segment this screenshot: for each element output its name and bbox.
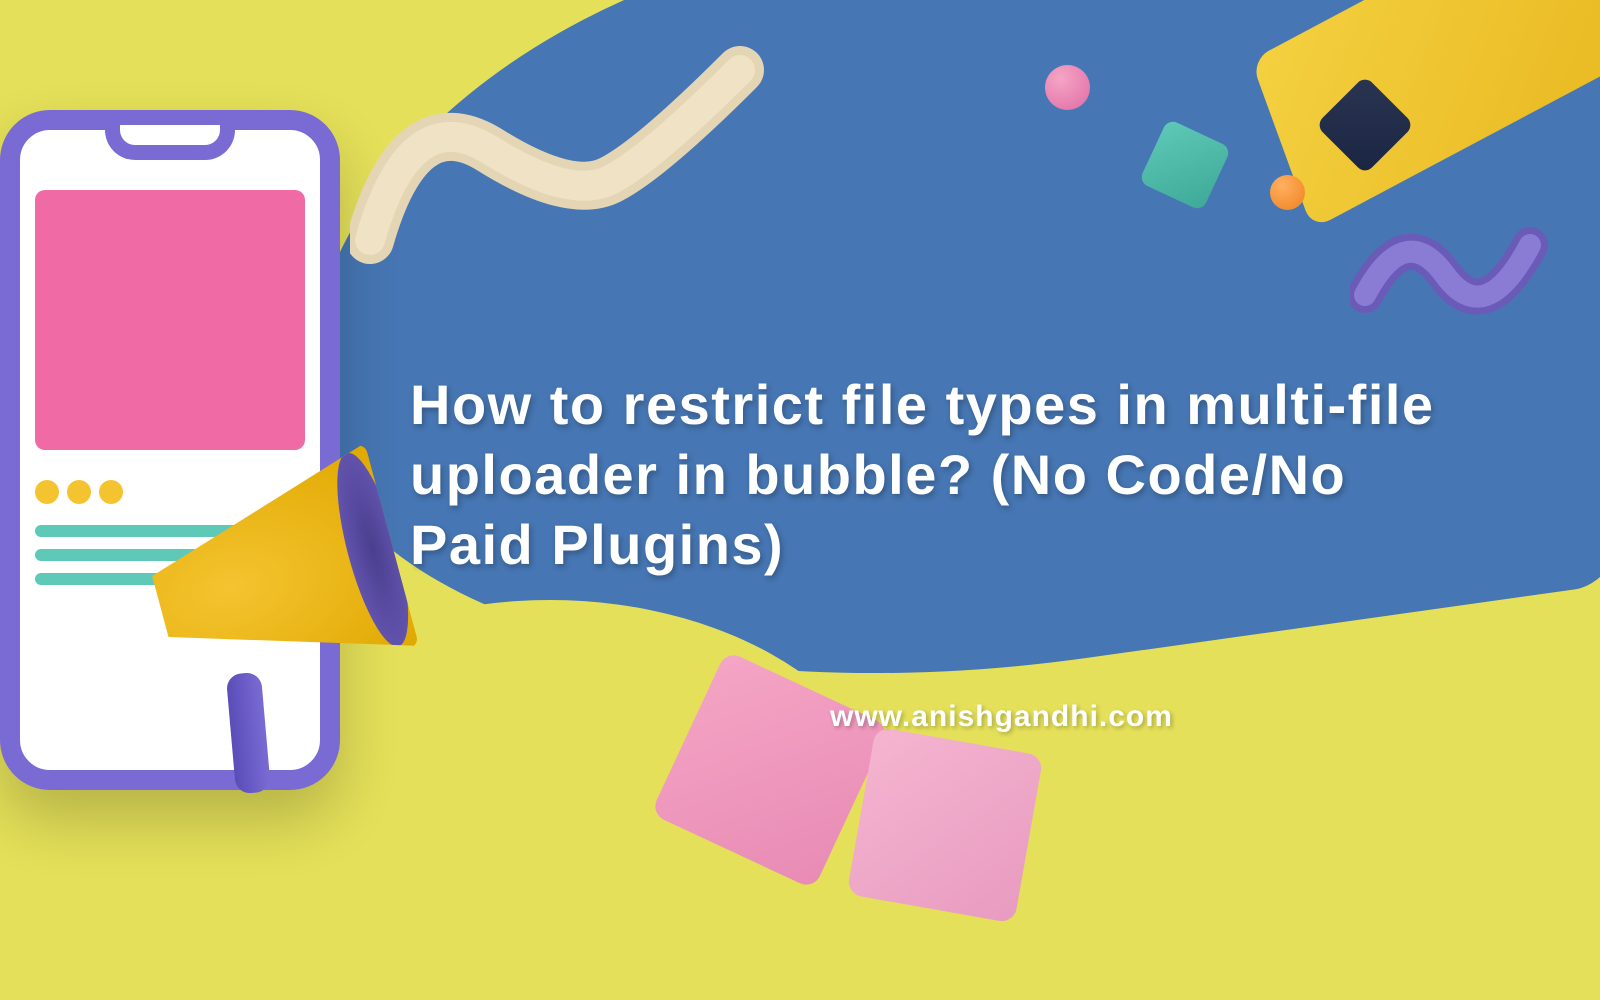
squiggle-purple-icon (1350, 210, 1550, 340)
megaphone-opening (323, 447, 423, 653)
sphere-orange-icon (1270, 175, 1305, 210)
phone-notch (105, 125, 235, 160)
cube-pink-bottom2-icon (847, 727, 1044, 924)
squiggle-beige-icon (350, 40, 770, 300)
dot-icon (35, 480, 59, 504)
sphere-pink-icon (1045, 65, 1090, 110)
phone-screen (35, 190, 305, 450)
megaphone-cone (133, 443, 419, 708)
main-title: How to restrict file types in multi-file… (410, 370, 1460, 580)
website-url: www.anishgandhi.com (830, 700, 1173, 734)
